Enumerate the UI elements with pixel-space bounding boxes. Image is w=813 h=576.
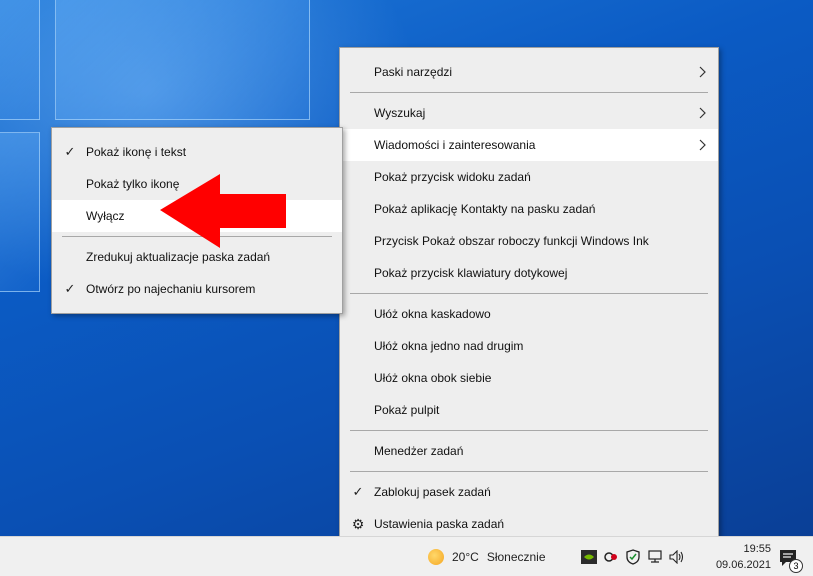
clock[interactable]: 19:55 09.06.2021	[716, 541, 771, 573]
network-icon[interactable]	[646, 548, 664, 566]
chevron-right-icon	[696, 107, 708, 119]
menu-separator	[350, 92, 708, 93]
menu-item-label: Wyłącz	[86, 209, 125, 223]
app-tray-icon[interactable]	[602, 548, 620, 566]
menu-separator	[350, 430, 708, 431]
menu-item-label: Pokaż ikonę i tekst	[86, 145, 187, 159]
menu-item-search[interactable]: Wyszukaj	[340, 97, 718, 129]
chevron-right-icon	[696, 139, 708, 151]
menu-item-toolbars[interactable]: Paski narzędzi	[340, 56, 718, 88]
taskbar-context-menu: Paski narzędzi Wyszukaj Wiadomości i zai…	[339, 47, 719, 549]
weather-condition: Słonecznie	[486, 550, 546, 564]
menu-item-cascade-windows[interactable]: Ułóż okna kaskadowo	[340, 298, 718, 330]
menu-item-news-and-interests[interactable]: Wiadomości i zainteresowania	[340, 129, 718, 161]
nvidia-icon[interactable]	[580, 548, 598, 566]
menu-item-label: Pokaż przycisk widoku zadań	[374, 170, 531, 184]
windows-logo-pane	[55, 0, 310, 120]
menu-item-label: Przycisk Pokaż obszar roboczy funkcji Wi…	[374, 234, 649, 248]
taskbar: 20°C Słonecznie 19:55 09.06.2021 3	[0, 536, 813, 576]
windows-logo-pane	[0, 0, 40, 120]
sun-icon	[428, 549, 444, 565]
chevron-right-icon	[696, 66, 708, 78]
menu-separator	[350, 471, 708, 472]
checkmark-icon: ✓	[352, 484, 364, 499]
menu-item-windows-ink-button[interactable]: Przycisk Pokaż obszar roboczy funkcji Wi…	[340, 225, 718, 257]
menu-item-lock-taskbar[interactable]: ✓ Zablokuj pasek zadań	[340, 476, 718, 508]
menu-item-label: Wyszukaj	[374, 106, 426, 120]
volume-icon[interactable]	[668, 548, 686, 566]
notification-count-badge: 3	[789, 559, 803, 573]
menu-item-label: Wiadomości i zainteresowania	[374, 138, 536, 152]
menu-item-label: Ustawienia paska zadań	[374, 517, 505, 531]
security-shield-icon[interactable]	[624, 548, 642, 566]
menu-item-label: Zredukuj aktualizacje paska zadań	[86, 250, 271, 264]
red-arrow-annotation	[158, 172, 288, 250]
submenu-item-open-on-hover[interactable]: ✓ Otwórz po najechaniu kursorem	[52, 273, 342, 305]
menu-item-label: Ułóż okna obok siebie	[374, 371, 492, 385]
menu-item-people-button[interactable]: Pokaż aplikację Kontakty na pasku zadań	[340, 193, 718, 225]
windows-logo-pane	[0, 132, 40, 292]
menu-item-touch-keyboard-button[interactable]: Pokaż przycisk klawiatury dotykowej	[340, 257, 718, 289]
menu-item-label: Paski narzędzi	[374, 65, 453, 79]
menu-item-label: Ułóż okna kaskadowo	[374, 307, 491, 321]
menu-item-label: Pokaż aplikację Kontakty na pasku zadań	[374, 202, 596, 216]
weather-temperature: 20°C	[452, 550, 479, 564]
system-tray	[580, 537, 686, 576]
checkmark-icon: ✓	[64, 144, 76, 159]
menu-item-side-by-side-windows[interactable]: Ułóż okna obok siebie	[340, 362, 718, 394]
menu-item-label: Pokaż przycisk klawiatury dotykowej	[374, 266, 568, 280]
menu-separator	[350, 293, 708, 294]
menu-item-label: Pokaż pulpit	[374, 403, 440, 417]
weather-widget[interactable]: 20°C Słonecznie	[428, 537, 546, 576]
submenu-item-show-icon-and-text[interactable]: ✓ Pokaż ikonę i tekst	[52, 136, 342, 168]
menu-item-label: Zablokuj pasek zadań	[374, 485, 491, 499]
menu-item-show-desktop[interactable]: Pokaż pulpit	[340, 394, 718, 426]
clock-time: 19:55	[743, 543, 771, 555]
menu-item-label: Ułóż okna jedno nad drugim	[374, 339, 524, 353]
action-center-button[interactable]: 3	[777, 547, 803, 573]
menu-item-task-manager[interactable]: Menedżer zadań	[340, 435, 718, 467]
checkmark-icon: ✓	[64, 281, 76, 296]
menu-item-label: Menedżer zadań	[374, 444, 464, 458]
clock-date: 09.06.2021	[715, 559, 771, 571]
menu-item-stack-windows[interactable]: Ułóż okna jedno nad drugim	[340, 330, 718, 362]
menu-item-label: Otwórz po najechaniu kursorem	[86, 282, 256, 296]
menu-item-task-view-button[interactable]: Pokaż przycisk widoku zadań	[340, 161, 718, 193]
